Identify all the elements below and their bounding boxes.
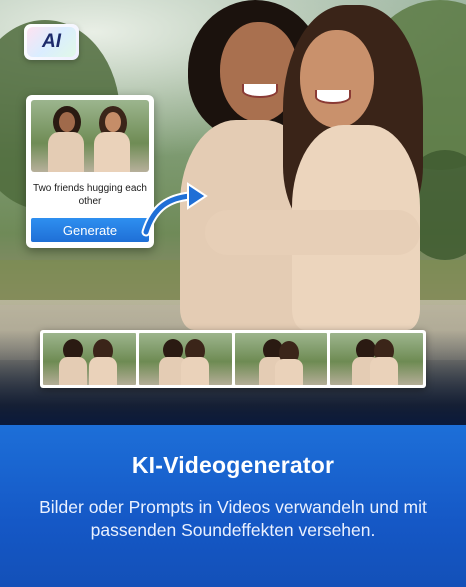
filmstrip-frame [234,333,328,385]
filmstrip-frame [43,333,136,385]
filmstrip-frame [330,333,423,385]
feature-description: Bilder oder Prompts in Videos verwandeln… [39,497,427,540]
prompt-text: Two friends hugging each other [33,183,147,207]
prompt-card: Two friends hugging each other Generate [26,95,154,248]
feature-info-panel: KI-Videogenerator Bilder oder Prompts in… [0,425,466,587]
ai-badge-icon: AI [24,24,79,60]
ai-badge-label: AI [42,31,61,52]
feature-title: KI-Videogenerator [131,452,335,478]
generate-button[interactable]: Generate [31,218,149,242]
filmstrip-frame [138,333,232,385]
prompt-thumbnail [31,100,149,172]
curved-arrow-icon [141,182,208,237]
hero-image: AI Two friends hugging each other Genera… [0,0,466,425]
video-filmstrip [40,330,426,388]
